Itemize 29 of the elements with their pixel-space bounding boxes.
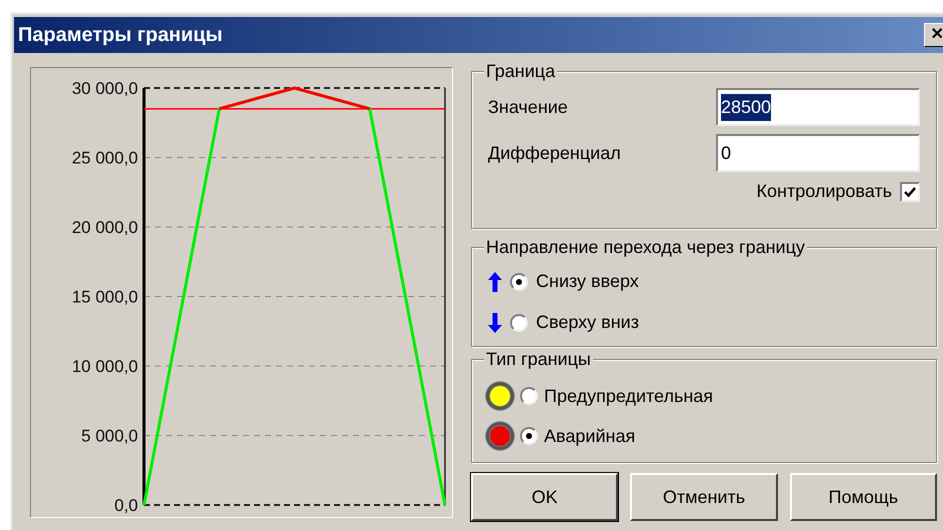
arrow-down-icon — [488, 312, 502, 332]
checkbox-label: Контролировать — [756, 180, 892, 203]
field-label: Значение — [488, 96, 568, 118]
radio-label: Предупредительная — [544, 384, 714, 408]
dialog-button[interactable]: Помощь — [790, 473, 937, 521]
radio-label: Снизу вверх — [536, 270, 639, 293]
radio-button[interactable] — [510, 314, 528, 332]
field-label: Дифференциал — [488, 142, 621, 165]
axis-tick-label: 0,0 — [114, 496, 138, 515]
input-field[interactable]: 28500 — [716, 88, 920, 126]
radio-button[interactable] — [510, 272, 528, 290]
axis-tick-label: 25 000,0 — [72, 148, 138, 168]
radio-button[interactable] — [520, 387, 538, 405]
dialog-button[interactable]: OK — [471, 473, 618, 521]
axis-tick-label: 5 000,0 — [81, 426, 138, 446]
input-field[interactable]: 0 — [716, 134, 920, 172]
dialog-button[interactable]: Отменить — [630, 473, 778, 521]
axis-tick-label: 30 000,0 — [72, 79, 138, 98]
radio-label: Сверху вниз — [536, 311, 639, 334]
radio-button[interactable] — [520, 427, 538, 445]
check-icon — [904, 186, 916, 198]
checkbox[interactable] — [900, 182, 920, 202]
axis-tick-label: 15 000,0 — [72, 288, 138, 306]
axis-tick-label: 20 000,0 — [72, 218, 138, 237]
close-button[interactable]: ✕ — [924, 23, 943, 47]
window-title: Параметры границы — [18, 23, 223, 48]
radio-label: Аварийная — [544, 424, 636, 448]
axis-tick-label: 10 000,0 — [72, 357, 138, 376]
arrow-up-icon — [488, 272, 502, 292]
